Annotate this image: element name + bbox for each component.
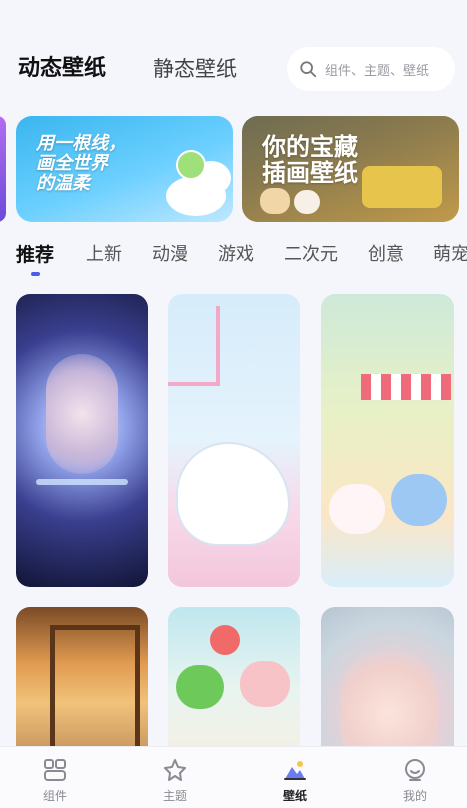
search-input[interactable]: 组件、主题、壁纸 (287, 47, 455, 91)
theme-icon (164, 759, 186, 781)
wallpaper-card-cinnamoroll[interactable] (168, 294, 300, 587)
glow-line (36, 479, 128, 485)
widgets-icon (44, 759, 66, 781)
character-illustration (329, 484, 385, 534)
wallpaper-card-beach-cafe[interactable] (321, 294, 454, 587)
wallpaper-card-anime-portrait[interactable] (321, 607, 454, 767)
nav-label: 主题 (162, 789, 187, 803)
kiwi-character-image (176, 150, 206, 180)
category-tab-recommended[interactable]: 推荐 (16, 240, 54, 267)
nav-item-widgets[interactable]: 组件 (20, 757, 90, 804)
bus-illustration (362, 166, 442, 208)
window-frame (50, 625, 140, 765)
category-tab-games[interactable]: 游戏 (218, 240, 254, 266)
window-frame (168, 306, 220, 386)
banner-carousel[interactable]: 用一根线， 画全世界 的温柔 你的宝藏 插画壁纸 (0, 116, 467, 222)
tab-static-wallpaper[interactable]: 静态壁纸 (153, 56, 237, 82)
category-tabs: 推荐 上新 动漫 游戏 二次元 创意 萌宠 (0, 236, 467, 276)
banner-title: 你的宝藏 插画壁纸 (262, 133, 358, 188)
frog-illustration (176, 665, 224, 709)
category-tab-creative[interactable]: 创意 (368, 240, 404, 266)
tab-dynamic-wallpaper[interactable]: 动态壁纸 (18, 56, 106, 82)
banner-treasure-illustration[interactable]: 你的宝藏 插画壁纸 (242, 116, 459, 222)
bottom-navigation: 组件 主题 壁纸 我的 (0, 746, 467, 808)
search-placeholder: 组件、主题、壁纸 (325, 63, 430, 79)
nav-item-theme[interactable]: 主题 (140, 757, 210, 804)
category-tab-pets[interactable]: 萌宠 (433, 240, 467, 266)
nav-item-wallpaper[interactable]: 壁纸 (260, 757, 330, 804)
nav-label: 我的 (402, 789, 427, 803)
pig-illustration (240, 661, 290, 707)
profile-icon (405, 759, 425, 781)
wallpaper-thumbnail-image (178, 444, 288, 544)
banner-title: 用一根线， 画全世界 的温柔 (36, 133, 126, 194)
category-tab-new[interactable]: 上新 (86, 240, 122, 266)
banner-string-illustration[interactable]: 用一根线， 画全世界 的温柔 (16, 116, 233, 222)
dog-illustration (294, 190, 320, 214)
nav-label: 组件 (42, 789, 67, 803)
search-icon (300, 61, 317, 78)
wallpaper-card-sunset-window[interactable] (16, 607, 148, 767)
header: 动态壁纸 静态壁纸 组件、主题、壁纸 (0, 0, 467, 108)
ball-illustration (210, 625, 240, 655)
category-tab-acg[interactable]: 二次元 (284, 240, 338, 266)
character-illustration (391, 474, 447, 526)
banner-previous[interactable] (0, 116, 6, 222)
awning-illustration (361, 374, 451, 400)
active-tab-indicator (31, 272, 40, 276)
nav-item-profile[interactable]: 我的 (380, 757, 450, 804)
wallpaper-icon (284, 761, 306, 780)
category-tab-anime[interactable]: 动漫 (152, 240, 188, 266)
wallpaper-thumbnail-image (46, 354, 118, 474)
wallpaper-card-fantasy-girl[interactable] (16, 294, 148, 587)
nav-label: 壁纸 (282, 789, 307, 803)
wallpaper-card-beach-animals[interactable] (168, 607, 300, 767)
dog-illustration (260, 188, 290, 214)
